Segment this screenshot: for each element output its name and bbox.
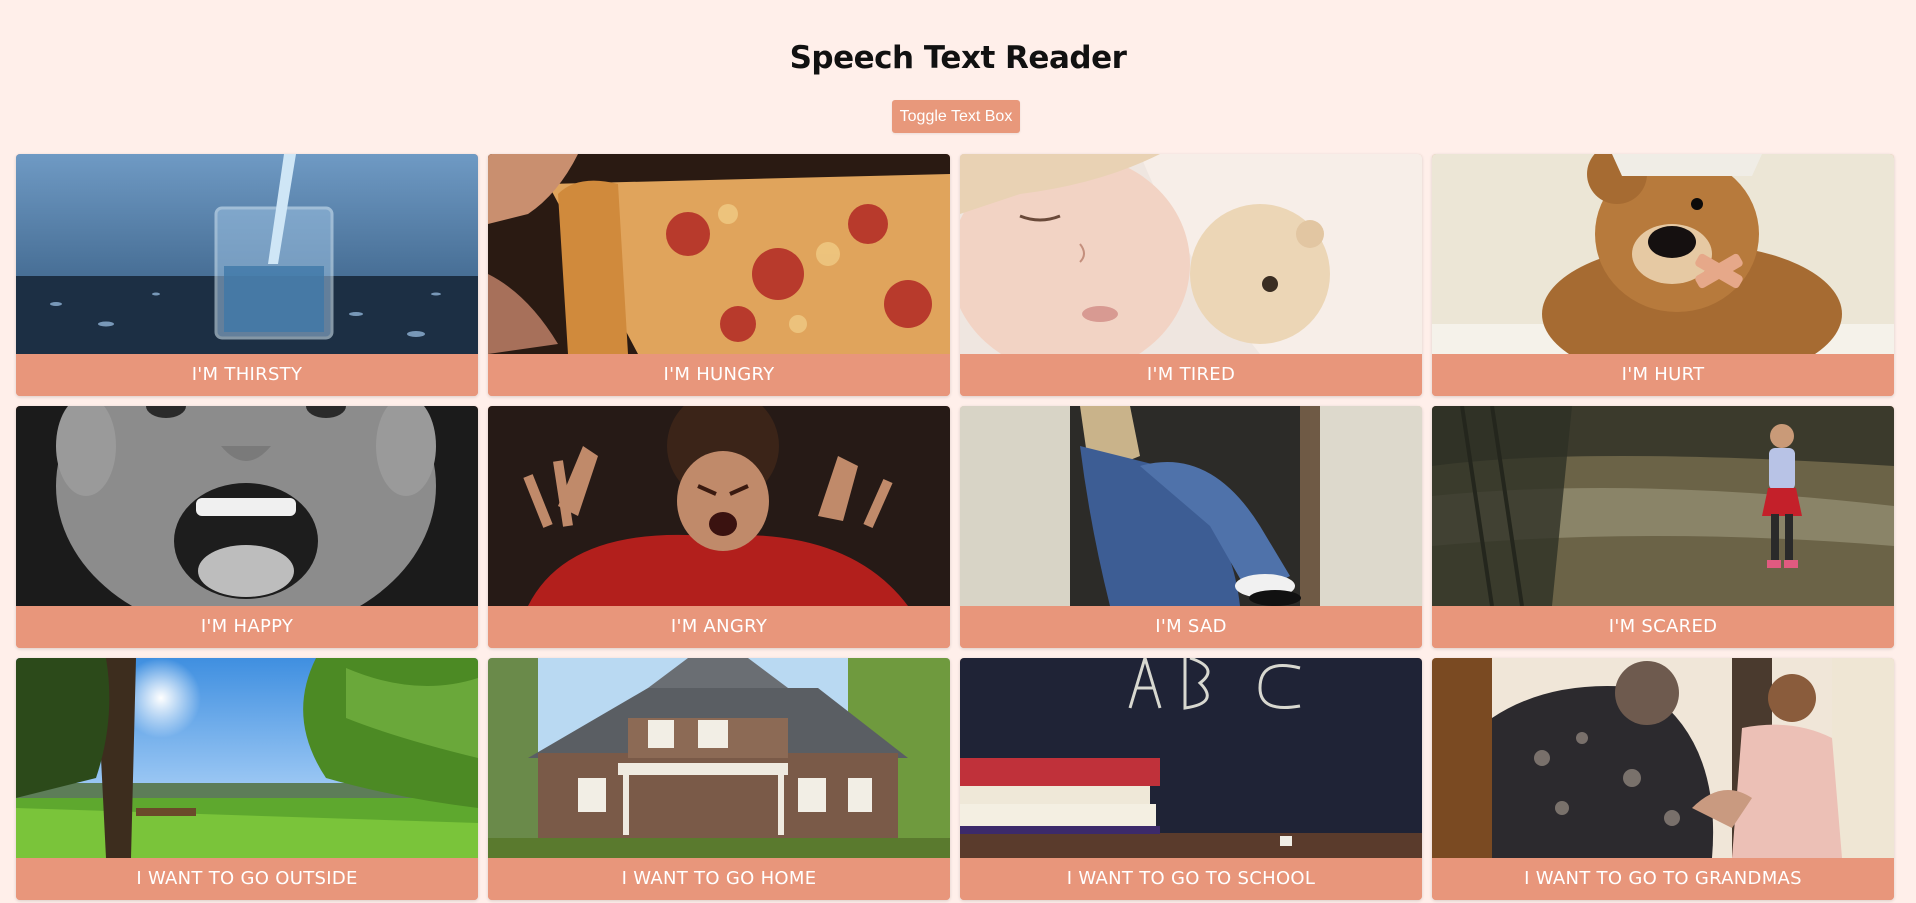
card-label: I WANT TO GO HOME xyxy=(488,858,950,900)
card-go-outside[interactable]: I WANT TO GO OUTSIDE xyxy=(16,658,478,900)
sunny-park-image xyxy=(16,658,478,858)
laughing-boy-image xyxy=(16,406,478,606)
pizza-slice-image xyxy=(488,154,950,354)
card-label: I'M HAPPY xyxy=(16,606,478,648)
card-label: I'M THIRSTY xyxy=(16,354,478,396)
glass-of-water-image xyxy=(16,154,478,354)
card-label: I WANT TO GO TO SCHOOL xyxy=(960,858,1422,900)
card-sad[interactable]: I'M SAD xyxy=(960,406,1422,648)
scared-girl-image xyxy=(1432,406,1894,606)
card-label: I'M SAD xyxy=(960,606,1422,648)
card-grid: I'M THIRSTY I'M HUNGRY I'M TIRED I'M HUR… xyxy=(16,154,1896,900)
angry-boy-image xyxy=(488,406,950,606)
grandma-child-image xyxy=(1432,658,1894,858)
card-label: I'M TIRED xyxy=(960,354,1422,396)
card-go-to-grandmas[interactable]: I WANT TO GO TO GRANDMAS xyxy=(1432,658,1894,900)
card-label: I'M ANGRY xyxy=(488,606,950,648)
card-go-home[interactable]: I WANT TO GO HOME xyxy=(488,658,950,900)
sad-child-image xyxy=(960,406,1422,606)
card-hurt[interactable]: I'M HURT xyxy=(1432,154,1894,396)
card-label: I'M SCARED xyxy=(1432,606,1894,648)
page-title: Speech Text Reader xyxy=(789,40,1127,76)
card-label: I'M HURT xyxy=(1432,354,1894,396)
card-label: I WANT TO GO OUTSIDE xyxy=(16,858,478,900)
toggle-text-box-button[interactable]: Toggle Text Box xyxy=(892,100,1020,133)
sleeping-child-image xyxy=(960,154,1422,354)
card-go-to-school[interactable]: I WANT TO GO TO SCHOOL xyxy=(960,658,1422,900)
bandaged-teddy-bear-image xyxy=(1432,154,1894,354)
house-image xyxy=(488,658,950,858)
card-happy[interactable]: I'M HAPPY xyxy=(16,406,478,648)
card-label: I WANT TO GO TO GRANDMAS xyxy=(1432,858,1894,900)
card-angry[interactable]: I'M ANGRY xyxy=(488,406,950,648)
card-scared[interactable]: I'M SCARED xyxy=(1432,406,1894,648)
card-label: I'M HUNGRY xyxy=(488,354,950,396)
card-thirsty[interactable]: I'M THIRSTY xyxy=(16,154,478,396)
card-hungry[interactable]: I'M HUNGRY xyxy=(488,154,950,396)
card-tired[interactable]: I'M TIRED xyxy=(960,154,1422,396)
chalkboard-books-image xyxy=(960,658,1422,858)
